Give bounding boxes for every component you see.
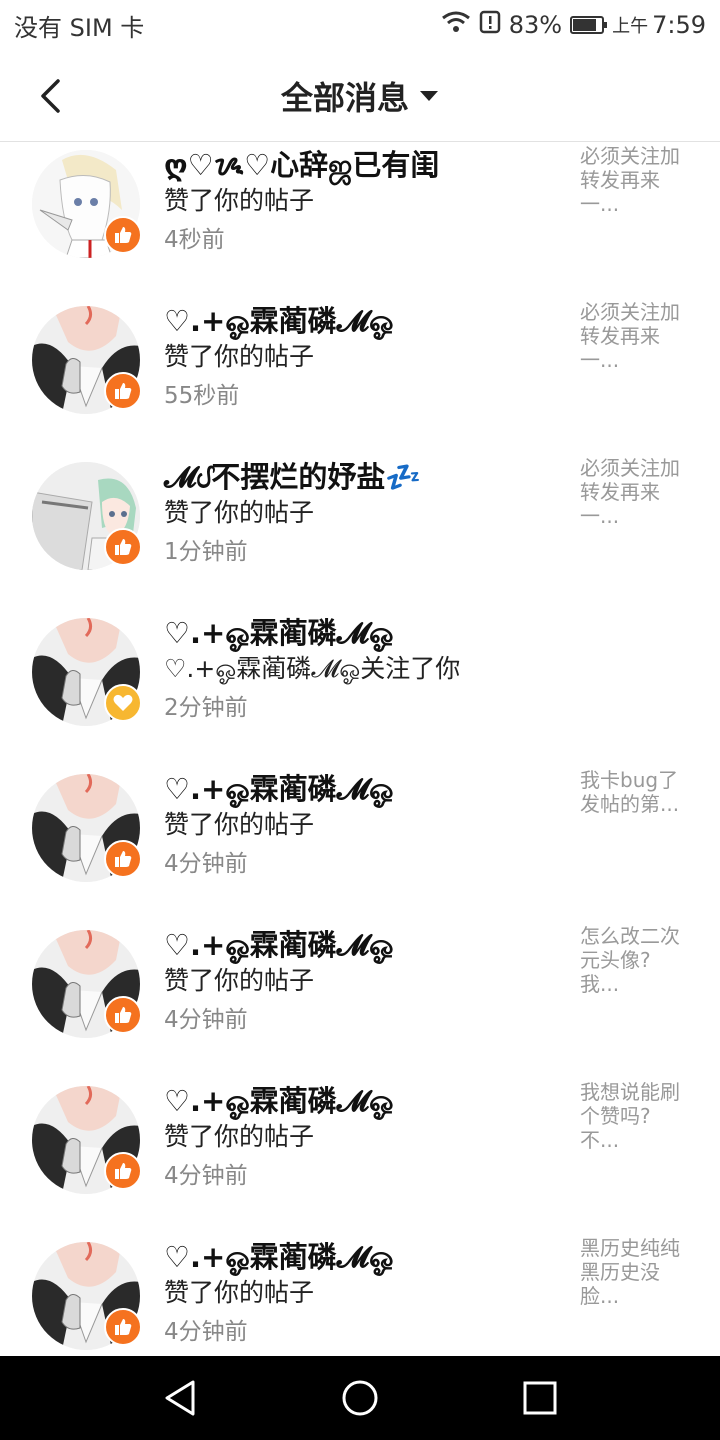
message-time: 1分钟前	[164, 539, 248, 565]
post-preview[interactable]: 我卡bug了 发帖的第...	[580, 768, 690, 816]
message-time: 4分钟前	[164, 851, 248, 877]
status-bar: 没有 SIM 卡 83% 上午 7:59	[0, 0, 720, 50]
message-item[interactable]: ♡.+ஓ霖蔺磷𝓜ஓ 赞了你的帖子 4分钟前 我卡bug了 发帖的第...	[0, 756, 720, 912]
thumbs-up-icon	[115, 1163, 132, 1179]
message-action: 赞了你的帖子	[164, 966, 315, 995]
like-badge	[104, 1308, 142, 1346]
circle-home-icon	[342, 1380, 378, 1416]
alert-icon	[479, 10, 501, 40]
sender-name[interactable]: ♡.+ஓ霖蔺磷𝓜ஓ	[164, 766, 393, 810]
like-badge	[104, 372, 142, 410]
message-item[interactable]: 𝓜ᦔ不摆烂的妤盐💤 赞了你的帖子 1分钟前 必须关注加 转发再来 一...	[0, 444, 720, 600]
message-item[interactable]: ♡.+ஓ霖蔺磷𝓜ஓ 赞了你的帖子 4分钟前 我想说能刷 个赞吗? 不...	[0, 1068, 720, 1224]
carrier-label: 没有 SIM 卡	[14, 13, 145, 42]
sender-name[interactable]: ♡.+ஓ霖蔺磷𝓜ஓ	[164, 1234, 393, 1278]
post-preview[interactable]: 黑历史纯纯 黑历史没 脸...	[580, 1236, 690, 1308]
like-badge	[104, 528, 142, 566]
nav-back-button[interactable]	[156, 1374, 204, 1422]
wifi-icon	[441, 10, 471, 40]
nav-recent-button[interactable]	[516, 1374, 564, 1422]
message-action: 赞了你的帖子	[164, 810, 315, 839]
message-time: 4秒前	[164, 227, 225, 253]
post-preview[interactable]: 我想说能刷 个赞吗? 不...	[580, 1080, 690, 1152]
message-item[interactable]: ♡.+ஓ霖蔺磷𝓜ஓ ♡.+ஓ霖蔺磷𝓜ஓ关注了你 2分钟前	[0, 600, 720, 756]
like-badge	[104, 1152, 142, 1190]
post-preview[interactable]: 必须关注加 转发再来 一...	[580, 144, 690, 216]
sender-name[interactable]: ♡.+ஓ霖蔺磷𝓜ஓ	[164, 298, 393, 342]
sender-name[interactable]: ♡.+ஓ霖蔺磷𝓜ஓ	[164, 1078, 393, 1122]
message-action: 赞了你的帖子	[164, 1122, 315, 1151]
message-item[interactable]: ♡.+ஓ霖蔺磷𝓜ஓ 赞了你的帖子 4分钟前 怎么改二次 元头像? 我...	[0, 912, 720, 1068]
clock: 7:59	[652, 11, 706, 39]
like-badge	[104, 840, 142, 878]
follow-badge	[104, 684, 142, 722]
message-item[interactable]: ♡.+ஓ霖蔺磷𝓜ஓ 赞了你的帖子 55秒前 必须关注加 转发再来 一...	[0, 288, 720, 444]
thumbs-up-icon	[115, 1319, 132, 1335]
caret-down-icon	[420, 91, 438, 101]
message-time: 4分钟前	[164, 1319, 248, 1345]
status-icons: 83% 上午 7:59	[441, 10, 706, 40]
thumbs-up-icon	[115, 851, 132, 867]
message-action: 赞了你的帖子	[164, 342, 315, 371]
message-action: 赞了你的帖子	[164, 186, 315, 215]
thumbs-up-icon	[115, 227, 132, 243]
message-item[interactable]: ♡.+ஓ霖蔺磷𝓜ஓ 赞了你的帖子 4分钟前 黑历史纯纯 黑历史没 脸...	[0, 1224, 720, 1356]
sender-name[interactable]: ♡.+ஓ霖蔺磷𝓜ஓ	[164, 922, 393, 966]
sender-name[interactable]: ღ♡ᝰ♡心辞ஜ已有闺	[164, 142, 439, 186]
title-dropdown[interactable]: 全部消息	[0, 50, 720, 142]
navigation-bar	[0, 1356, 720, 1440]
nav-home-button[interactable]	[336, 1374, 384, 1422]
message-list[interactable]: ღ♡ᝰ♡心辞ஜ已有闺 赞了你的帖子 4秒前 必须关注加 转发再来 一... ♡.+ஓ霖蔺…	[0, 142, 720, 1356]
triangle-back-icon	[165, 1380, 195, 1416]
post-preview[interactable]: 必须关注加 转发再来 一...	[580, 300, 690, 372]
battery-icon	[570, 16, 608, 34]
thumbs-up-icon	[115, 1007, 132, 1023]
heart-icon	[113, 694, 133, 711]
like-badge	[104, 216, 142, 254]
message-action: 赞了你的帖子	[164, 498, 315, 527]
title-bar: 全部消息	[0, 50, 720, 142]
message-time: 2分钟前	[164, 695, 248, 721]
message-action: 赞了你的帖子	[164, 1278, 315, 1307]
battery-fill	[573, 19, 597, 31]
message-time: 55秒前	[164, 383, 240, 409]
sender-name[interactable]: 𝓜ᦔ不摆烂的妤盐💤	[164, 454, 421, 497]
sender-name[interactable]: ♡.+ஓ霖蔺磷𝓜ஓ	[164, 610, 393, 654]
thumbs-up-icon	[115, 539, 132, 555]
message-item[interactable]: ღ♡ᝰ♡心辞ஜ已有闺 赞了你的帖子 4秒前 必须关注加 转发再来 一...	[0, 142, 720, 288]
square-recent-icon	[523, 1381, 557, 1415]
post-preview[interactable]: 怎么改二次 元头像? 我...	[580, 924, 690, 996]
page-title: 全部消息	[280, 79, 409, 117]
post-preview[interactable]: 必须关注加 转发再来 一...	[580, 456, 690, 528]
message-time: 4分钟前	[164, 1007, 248, 1033]
message-action: ♡.+ஓ霖蔺磷𝓜ஓ关注了你	[164, 654, 461, 683]
thumbs-up-icon	[115, 383, 132, 399]
like-badge	[104, 996, 142, 1034]
ampm-label: 上午	[612, 16, 649, 37]
battery-percent: 83%	[508, 11, 563, 39]
message-time: 4分钟前	[164, 1163, 248, 1189]
